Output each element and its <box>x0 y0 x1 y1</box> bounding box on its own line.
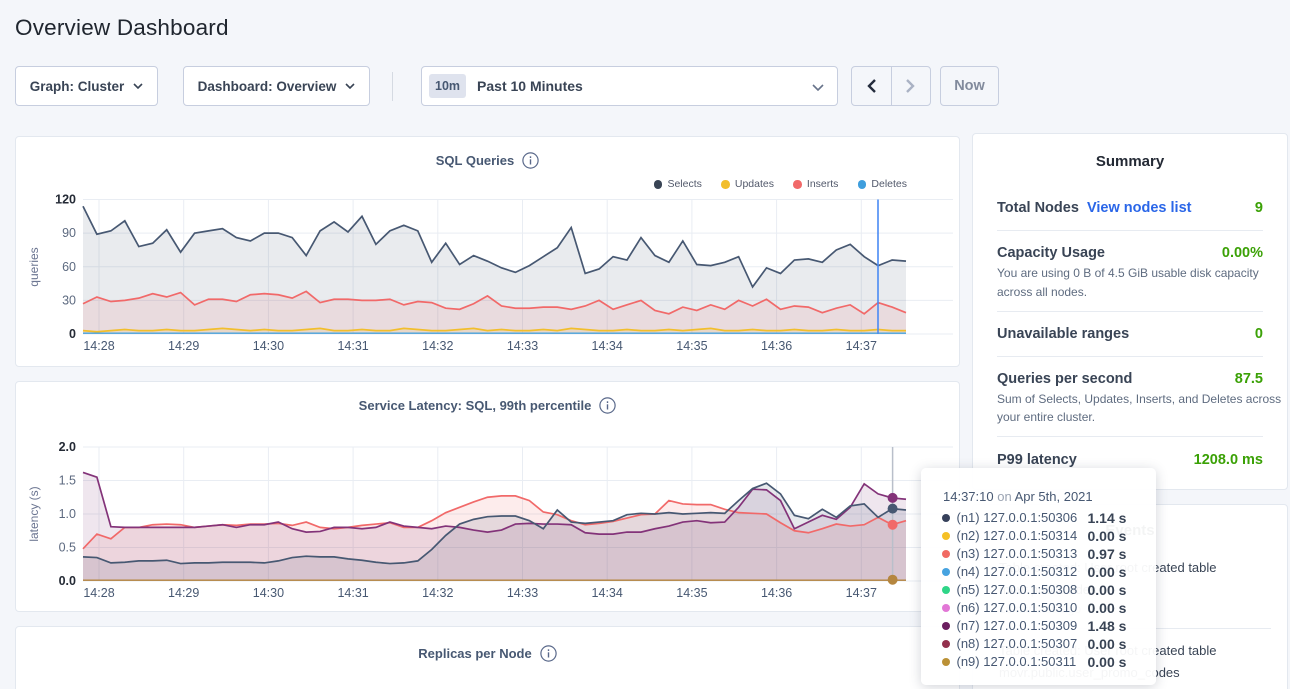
svg-text:14:28: 14:28 <box>83 586 114 600</box>
svg-text:14:33: 14:33 <box>507 586 538 600</box>
svg-text:14:30: 14:30 <box>253 586 284 600</box>
svg-text:14:31: 14:31 <box>337 339 368 353</box>
svg-text:14:33: 14:33 <box>507 339 538 353</box>
svg-text:14:34: 14:34 <box>592 586 623 600</box>
svg-text:14:30: 14:30 <box>253 339 284 353</box>
svg-text:30: 30 <box>62 293 76 307</box>
svg-text:90: 90 <box>62 226 76 240</box>
svg-text:0.0: 0.0 <box>59 574 76 588</box>
svg-text:14:34: 14:34 <box>592 339 623 353</box>
svg-text:14:32: 14:32 <box>422 339 453 353</box>
svg-text:1.5: 1.5 <box>59 474 76 488</box>
svg-text:14:35: 14:35 <box>676 339 707 353</box>
svg-text:14:36: 14:36 <box>761 339 792 353</box>
svg-text:1.0: 1.0 <box>59 507 76 521</box>
svg-text:0: 0 <box>69 327 76 341</box>
svg-text:14:29: 14:29 <box>168 339 199 353</box>
svg-text:14:37: 14:37 <box>846 339 877 353</box>
svg-text:14:29: 14:29 <box>168 586 199 600</box>
svg-text:14:28: 14:28 <box>83 339 114 353</box>
svg-text:60: 60 <box>62 260 76 274</box>
svg-text:120: 120 <box>55 193 76 207</box>
svg-text:14:32: 14:32 <box>422 586 453 600</box>
svg-text:14:37: 14:37 <box>846 586 877 600</box>
svg-text:14:35: 14:35 <box>676 586 707 600</box>
svg-text:0.5: 0.5 <box>59 541 76 555</box>
svg-text:2.0: 2.0 <box>59 440 76 454</box>
svg-text:latency (s): latency (s) <box>27 486 41 541</box>
svg-text:14:36: 14:36 <box>761 586 792 600</box>
svg-text:14:31: 14:31 <box>337 586 368 600</box>
svg-text:queries: queries <box>27 247 41 286</box>
